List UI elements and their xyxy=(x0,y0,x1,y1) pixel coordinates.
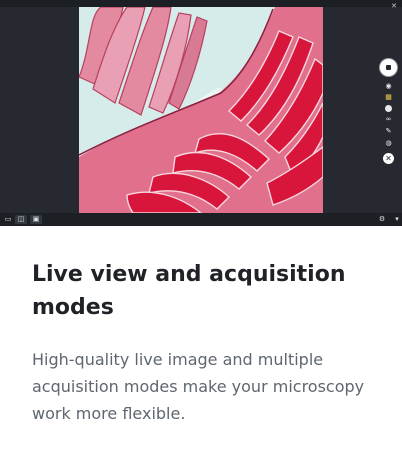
bottom-toolbar: ▭ ◫ ▣ ⚙ ▾ xyxy=(0,213,402,226)
layers-icon[interactable]: ◫ xyxy=(15,215,27,224)
live-view-image xyxy=(79,7,323,213)
settings-icon[interactable] xyxy=(385,105,392,112)
eye-icon[interactable]: ◍ xyxy=(385,140,392,147)
micrograph-svg xyxy=(79,7,323,213)
grid-icon[interactable]: ▦ xyxy=(385,94,392,101)
screen-icon[interactable]: ▭ xyxy=(2,215,14,224)
close-icon[interactable]: ✕ xyxy=(383,153,394,164)
window-close-icon[interactable]: ✕ xyxy=(390,2,398,10)
app-screenshot: ✕ ◉ ▦ ∞ ✎ ◍ ✕ ▭ ◫ ▣ ⚙ ▾ xyxy=(0,0,402,226)
cog-icon[interactable]: ⚙ xyxy=(376,215,388,224)
card-title: Live view and acquisition modes xyxy=(32,262,346,320)
pencil-icon[interactable]: ✎ xyxy=(385,128,392,135)
link-icon[interactable]: ∞ xyxy=(385,116,392,123)
filter-icon[interactable]: ▾ xyxy=(392,215,402,224)
window-icon[interactable]: ▣ xyxy=(30,215,42,224)
camera-icon[interactable]: ◉ xyxy=(385,83,392,90)
capture-icon[interactable] xyxy=(379,58,398,77)
app-top-bar xyxy=(0,0,402,7)
right-toolbar: ◉ ▦ ∞ ✎ ◍ ✕ xyxy=(377,56,399,168)
card-description: High-quality live image and multiple acq… xyxy=(32,350,365,423)
feature-card: ✕ ◉ ▦ ∞ ✎ ◍ ✕ ▭ ◫ ▣ ⚙ ▾ Live view and ac… xyxy=(0,0,402,461)
